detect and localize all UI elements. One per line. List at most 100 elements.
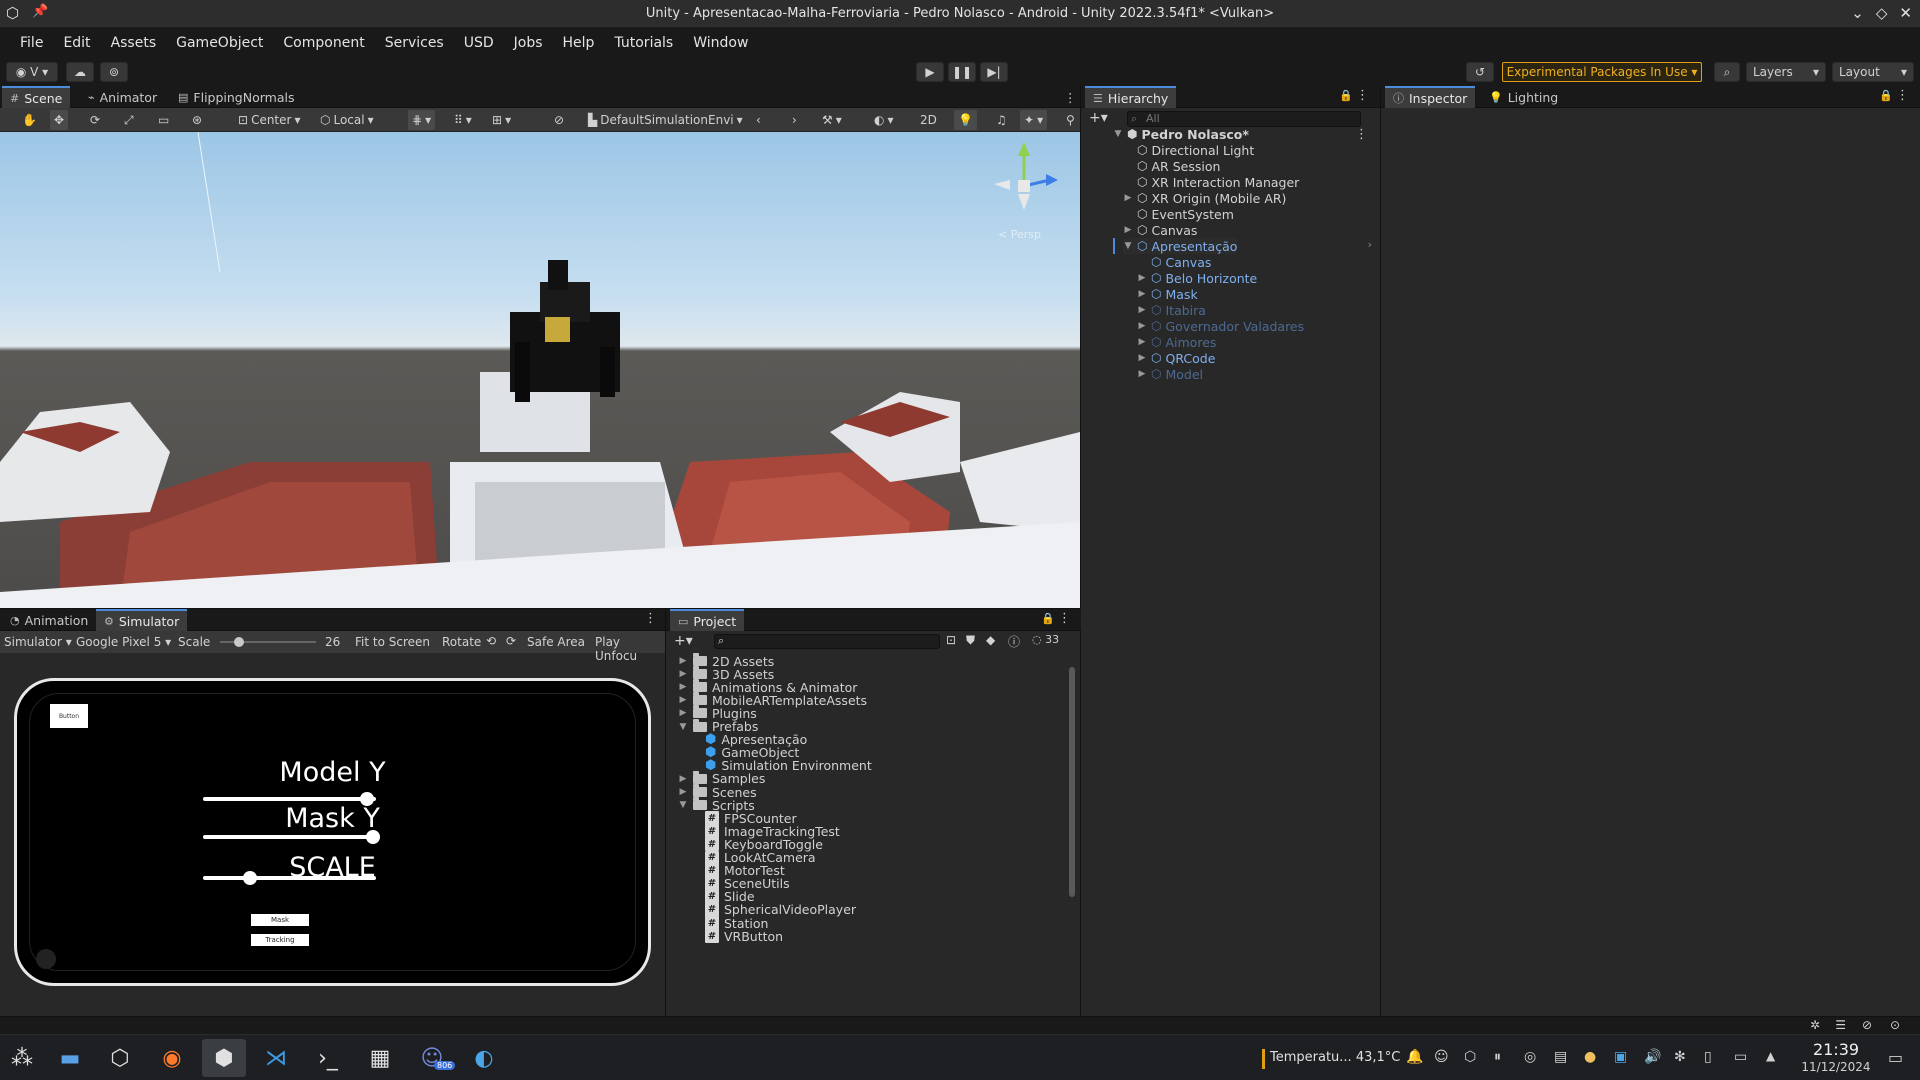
hierarchy-item[interactable]: ⬡ AR Session [1123,158,1220,174]
tab-inspector[interactable]: ⓘ Inspector [1385,86,1476,108]
shading-dropdown[interactable]: ◐ ▾ [870,110,898,130]
hierarchy-item[interactable]: ▶ ⬡ Governador Valadares [1137,318,1305,334]
memory-icon[interactable]: ☰ [1835,1018,1846,1032]
pivot-center-dropdown[interactable]: ⊡ Center ▾ [234,110,304,130]
network-tray-icon[interactable]: ▭ [1734,1049,1747,1065]
hierarchy-item[interactable]: ▼ ⬡ Apresentação [1123,238,1238,254]
search-button[interactable]: ⌕ [1714,62,1740,82]
discord-icon[interactable]: ☺ [410,1039,454,1077]
tray-expand-icon[interactable]: ▲ [1766,1049,1775,1063]
expand-arrow-icon[interactable]: ▶ [678,787,688,797]
tools-dropdown[interactable]: ⚒ ▾ [818,110,846,130]
project-scrollbar[interactable] [1068,653,1076,973]
menu-file[interactable]: File [10,35,53,51]
scrollbar-thumb[interactable] [1069,667,1075,897]
menu-help[interactable]: Help [553,35,605,51]
hierarchy-item[interactable]: ⬡ EventSystem [1123,206,1234,222]
kebab-menu-icon[interactable]: ⋮ [644,611,657,626]
slider-track[interactable] [203,797,376,801]
hierarchy-item[interactable]: ▶ ⬡ XR Origin (Mobile AR) [1123,190,1287,206]
menu-tutorials[interactable]: Tutorials [604,35,683,51]
device-dropdown[interactable]: Google Pixel 5 ▾ [76,635,171,649]
expand-arrow-icon[interactable]: ▶ [1137,289,1147,299]
project-search-input[interactable]: ⌕ [714,634,940,649]
pause-button[interactable]: ❚❚ [948,62,976,82]
scene-root[interactable]: ▼ ⬢ Pedro Nolasco* [1113,126,1249,142]
experimental-packages-button[interactable]: Experimental Packages In Use ▾ [1502,62,1702,82]
rotate-tool[interactable]: ⟳ [86,110,104,130]
hand-tool[interactable]: ✋ [18,110,41,130]
hierarchy-item[interactable]: ⬡ Directional Light [1123,142,1254,158]
unity-editor-icon[interactable]: ⬢ [202,1039,246,1077]
hierarchy-search-input[interactable]: ⌕ All [1127,111,1361,127]
expand-arrow-icon[interactable]: ▶ [1137,305,1147,315]
label-icon[interactable]: ◆ [986,633,995,647]
scale-tool[interactable]: ⤢ [120,110,138,130]
discord-tray-icon[interactable]: ☺ [1434,1049,1449,1065]
notification-icon[interactable]: 🔔 [1406,1049,1423,1065]
pause-tray-icon[interactable]: ⏸ [1494,1049,1501,1065]
layout-dropdown[interactable]: Layout ▾ [1832,62,1914,82]
gizmos-dropdown[interactable]: ⚲ [1062,110,1079,130]
unity-tray-icon[interactable]: ⬡ [1464,1049,1476,1065]
slider-track[interactable] [203,835,376,839]
account-dropdown[interactable]: ◉ V ▾ [6,62,58,82]
scene-viewport[interactable]: < Persp [0,132,1080,608]
warning-icon[interactable]: ⓘ [1008,633,1020,650]
rotate-button[interactable]: Rotate [442,635,481,649]
menu-services[interactable]: Services [375,35,454,51]
hierarchy-item[interactable]: ▶ ⬡ Model [1137,366,1203,382]
mode-dropdown[interactable]: Simulator ▾ [4,635,72,649]
effects-dropdown[interactable]: ✦ ▾ [1020,110,1048,130]
hierarchy-item[interactable]: ▶ ⬡ QRCode [1137,350,1216,366]
clipboard-icon[interactable]: ▤ [1554,1049,1567,1065]
cloud-button[interactable]: ☁ [66,62,94,82]
collapse-arrow-icon[interactable]: ▼ [678,800,688,810]
tab-animator[interactable]: ⌁ Animator [80,86,165,108]
tab-hierarchy[interactable]: ☰ Hierarchy [1085,86,1177,108]
open-prefab-icon[interactable]: › [1368,238,1372,251]
move-tool[interactable]: ✥ [50,110,69,130]
hierarchy-item[interactable]: ▶ ⬡ Belo Horizonte [1137,270,1258,286]
menu-assets[interactable]: Assets [101,35,167,51]
slider-knob[interactable] [365,830,380,844]
rotate-right-icon[interactable]: ⟳ [506,634,516,648]
environment-dropdown[interactable]: ▙ DefaultSimulationEnvi ▾ [584,110,747,130]
clock-time[interactable]: 21:39 [1796,1040,1876,1059]
search-by-type-icon[interactable]: ⊡ [946,633,956,647]
layers-dropdown[interactable]: Layers ▾ [1746,62,1826,82]
play-unfocused-toggle[interactable]: Play Unfocu [595,635,665,663]
tracking-button[interactable]: Tracking [251,934,309,946]
mask-button[interactable]: Mask [251,914,309,926]
lock-icon[interactable]: 🔒 [1339,89,1353,102]
firefox-icon[interactable]: ◉ [150,1039,194,1077]
space-local-dropdown[interactable]: ⬡ Local ▾ [316,110,378,130]
hierarchy-item[interactable]: ⬡ Canvas [1137,254,1211,270]
volume-icon[interactable]: 🔊 [1644,1049,1661,1065]
app-launcher-icon[interactable]: ⁂ [0,1039,44,1077]
grid-toggle[interactable]: ⠿ ▾ [450,110,476,130]
collapse-arrow-icon[interactable]: ▼ [1123,241,1133,251]
visibility-toggle[interactable]: ⊘ [550,110,568,130]
persp-label[interactable]: < Persp [998,228,1041,241]
expand-arrow-icon[interactable]: ▶ [678,774,688,784]
bug-icon[interactable]: ✲ [1810,1018,1820,1032]
menu-edit[interactable]: Edit [53,35,100,51]
play-button[interactable]: ▶ [916,62,944,82]
slider-knob[interactable] [242,871,257,885]
next-environment-button[interactable]: › [788,110,801,130]
show-desktop-icon[interactable]: ▭ [1888,1048,1903,1067]
hidden-count[interactable]: ◌ 33 [1032,633,1059,646]
safe-area-toggle[interactable]: Safe Area [527,635,585,649]
battery-icon[interactable]: ▯ [1704,1049,1712,1065]
hierarchy-item[interactable]: ▶ ⬡ Aimores [1137,334,1217,350]
tab-animation[interactable]: ◔ Animation [2,609,96,631]
expand-arrow-icon[interactable]: ▶ [678,682,688,692]
steam-tray-icon[interactable]: ◎ [1524,1049,1536,1065]
menu-component[interactable]: Component [273,35,374,51]
expand-arrow-icon[interactable]: ▶ [678,656,688,666]
collab-button[interactable]: ⊚ [100,62,128,82]
menu-gameobject[interactable]: GameObject [166,35,273,51]
fit-to-screen-button[interactable]: Fit to Screen [355,635,430,649]
menu-usd[interactable]: USD [454,35,504,51]
